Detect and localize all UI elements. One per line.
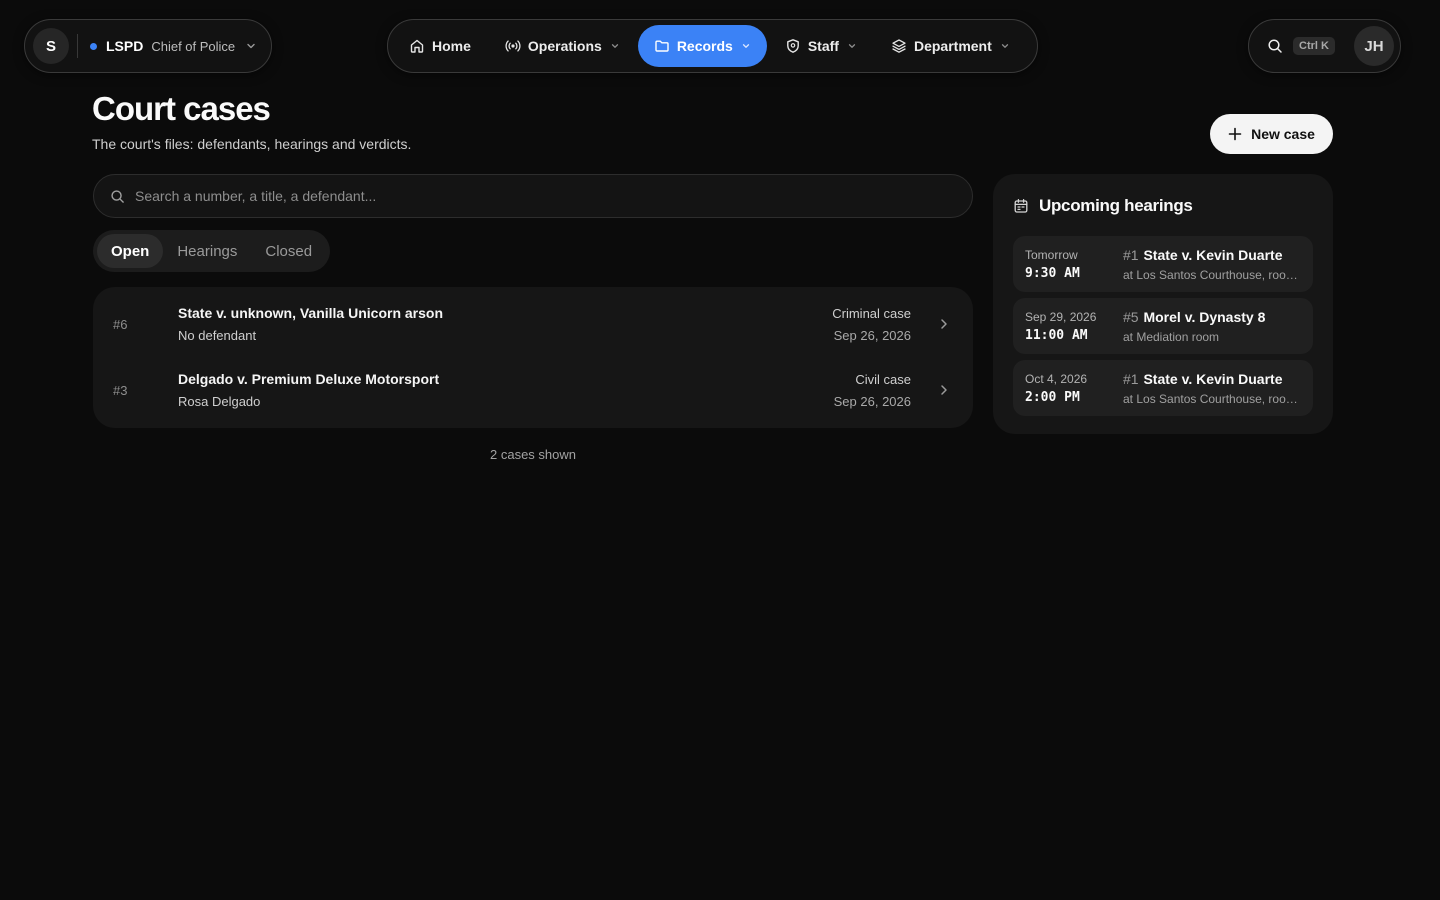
home-icon <box>409 38 425 54</box>
new-case-button[interactable]: New case <box>1210 114 1333 154</box>
tab-hearings[interactable]: Hearings <box>163 234 251 268</box>
case-list: #6 State v. unknown, Vanilla Unicorn ars… <box>93 287 973 428</box>
nav-staff[interactable]: Staff <box>769 25 873 67</box>
page-title: Court cases <box>92 90 271 127</box>
shield-icon <box>785 38 801 54</box>
nav-staff-label: Staff <box>807 38 839 54</box>
case-type: Criminal case <box>832 305 911 321</box>
hearing-location: at Los Santos Courthouse, room 2 <box>1123 267 1301 282</box>
nav-records-label: Records <box>676 38 733 54</box>
hearing-case-number: #1 <box>1123 246 1139 263</box>
divider <box>77 34 78 58</box>
hearing-case-title: State v. Kevin Duarte <box>1143 246 1283 263</box>
hearing-item[interactable]: Tomorrow 9:30 AM #1 State v. Kevin Duart… <box>1013 236 1313 292</box>
search-icon[interactable] <box>1267 38 1283 54</box>
table-row[interactable]: #6 State v. unknown, Vanilla Unicorn ars… <box>93 291 973 357</box>
case-date: Sep 26, 2026 <box>833 327 911 343</box>
hearing-case-number: #5 <box>1123 308 1139 325</box>
chevron-down-icon <box>610 41 620 51</box>
plus-icon <box>1228 127 1242 141</box>
hearing-time: 11:00 AM <box>1025 327 1088 343</box>
case-defendant: Rosa Delgado <box>178 394 261 409</box>
search-icon <box>110 189 125 204</box>
tab-open[interactable]: Open <box>97 234 164 268</box>
hearing-day: Oct 4, 2026 <box>1025 371 1088 386</box>
nav-operations-label: Operations <box>527 38 602 54</box>
page-subtitle: The court's files: defendants, hearings … <box>92 136 412 152</box>
right-tools: Ctrl K JH <box>1248 19 1401 73</box>
nav-department-label: Department <box>913 38 992 54</box>
nav-records[interactable]: Records <box>637 25 767 67</box>
user-avatar[interactable]: JH <box>1354 26 1394 66</box>
calendar-icon <box>1013 198 1029 214</box>
chevron-right-icon <box>937 317 951 331</box>
hearing-time: 2:00 PM <box>1025 389 1080 405</box>
chevron-down-icon <box>741 41 751 51</box>
chevron-down-icon <box>245 40 257 52</box>
table-row[interactable]: #3 Delgado v. Premium Deluxe Motorsport … <box>93 357 973 423</box>
case-type: Civil case <box>855 371 911 387</box>
panel-title: Upcoming hearings <box>1039 196 1193 215</box>
upcoming-hearings-panel: Upcoming hearings Tomorrow 9:30 AM #1 St… <box>993 174 1333 434</box>
tab-closed[interactable]: Closed <box>251 234 326 268</box>
nav-department[interactable]: Department <box>875 25 1026 67</box>
search-input[interactable] <box>135 188 956 204</box>
hearing-item[interactable]: Sep 29, 2026 11:00 AM #5 Morel v. Dynast… <box>1013 298 1313 354</box>
case-tabs: Open Hearings Closed <box>93 230 330 272</box>
shortcut-hint: Ctrl K <box>1293 37 1335 55</box>
layers-icon <box>891 38 907 54</box>
org-avatar: S <box>33 28 69 64</box>
hearing-day: Tomorrow <box>1025 247 1078 262</box>
chevron-right-icon <box>937 383 951 397</box>
folder-icon <box>654 38 670 54</box>
hearing-day: Sep 29, 2026 <box>1025 309 1097 324</box>
broadcast-icon <box>505 38 521 54</box>
hearing-case-title: State v. Kevin Duarte <box>1143 370 1283 387</box>
case-title: State v. unknown, Vanilla Unicorn arson <box>178 305 444 321</box>
new-case-label: New case <box>1251 126 1315 142</box>
case-count: 2 cases shown <box>490 447 576 462</box>
status-dot <box>90 42 97 50</box>
search-box <box>93 174 973 218</box>
case-number: #6 <box>113 316 128 332</box>
org-switcher[interactable]: S LSPD Chief of Police <box>24 19 272 73</box>
chevron-down-icon <box>1000 41 1010 51</box>
hearing-item[interactable]: Oct 4, 2026 2:00 PM #1 State v. Kevin Du… <box>1013 360 1313 416</box>
case-defendant: No defendant <box>178 328 257 343</box>
hearing-case-number: #1 <box>1123 370 1139 387</box>
hearing-case-title: Morel v. Dynasty 8 <box>1143 308 1266 325</box>
case-number: #3 <box>113 382 128 398</box>
hearing-time: 9:30 AM <box>1025 265 1080 281</box>
org-role: Chief of Police <box>151 38 236 54</box>
hearing-location: at Los Santos Courthouse, room 2 <box>1123 391 1301 406</box>
nav-operations[interactable]: Operations <box>489 25 636 67</box>
org-name: LSPD <box>106 38 144 54</box>
hearing-location: at Mediation room <box>1123 329 1220 344</box>
case-title: Delgado v. Premium Deluxe Motorsport <box>178 371 440 387</box>
chevron-down-icon <box>847 41 857 51</box>
case-date: Sep 26, 2026 <box>833 393 911 409</box>
nav-home[interactable]: Home <box>393 25 487 67</box>
main-nav: Home Operations Records Staff Department <box>387 19 1038 73</box>
nav-home-label: Home <box>432 38 471 54</box>
